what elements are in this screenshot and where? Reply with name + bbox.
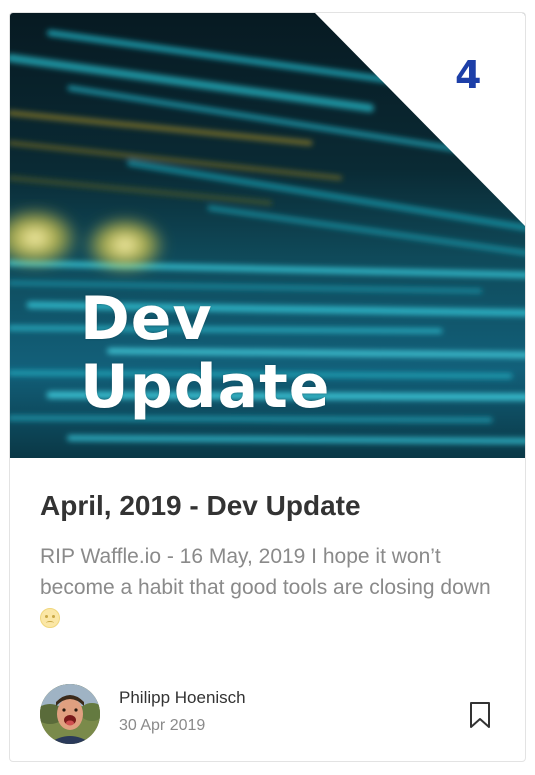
bookmark-icon bbox=[470, 702, 490, 728]
cover-title: Dev Update bbox=[80, 285, 330, 421]
post-title[interactable]: April, 2019 - Dev Update bbox=[40, 487, 500, 525]
cover-title-line-1: Dev bbox=[80, 284, 213, 354]
avatar-photo bbox=[40, 684, 100, 744]
crying-face-icon bbox=[40, 608, 60, 628]
post-card[interactable]: Dev Update 4 April, 2019 - Dev Update RI… bbox=[9, 12, 526, 762]
cover-issue-number: 4 bbox=[455, 53, 482, 97]
author-name[interactable]: Philipp Hoenisch bbox=[119, 687, 246, 709]
author-meta: Philipp Hoenisch 30 Apr 2019 bbox=[40, 683, 500, 745]
cover-image[interactable]: Dev Update 4 bbox=[10, 13, 525, 458]
post-excerpt: RIP Waffle.io - 16 May, 2019 I hope it w… bbox=[40, 541, 500, 634]
avatar[interactable] bbox=[40, 684, 100, 744]
post-date: 30 Apr 2019 bbox=[119, 717, 206, 734]
post-excerpt-text: RIP Waffle.io - 16 May, 2019 I hope it w… bbox=[40, 545, 491, 599]
bookmark-button[interactable] bbox=[468, 701, 492, 729]
cover-title-line-2: Update bbox=[80, 352, 331, 422]
